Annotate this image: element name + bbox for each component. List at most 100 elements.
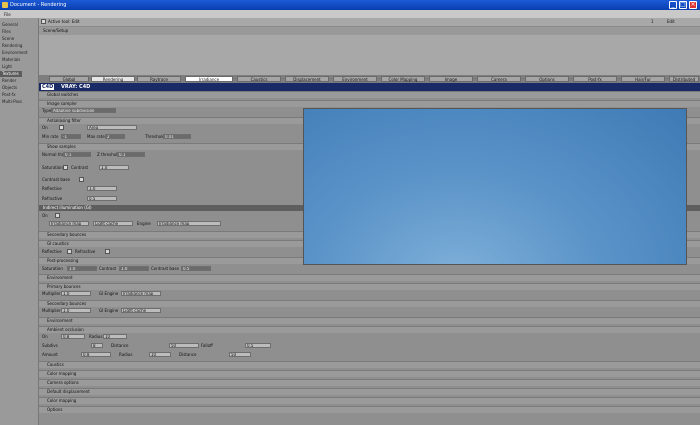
maximize-button[interactable]: □ [679,1,687,9]
antialias-on-checkbox[interactable] [59,125,64,130]
tab[interactable]: Image [429,76,473,82]
distance-field[interactable]: 50 [169,343,199,348]
gi-on-checkbox[interactable] [55,213,60,218]
pp-contrast-field[interactable]: 1.0 [119,266,149,271]
edit-label[interactable]: Edit [667,19,675,24]
active-tool-row: Active tool: Edit 1 Edit [39,18,700,27]
section-image-sampler[interactable]: Image sampler [39,100,700,107]
window-titlebar: Document - Rendering _ □ × [0,0,700,10]
category-item[interactable]: Objects [2,85,17,91]
category-item[interactable]: Environment [2,50,28,56]
pp-contrast-base-label: Contrast base [151,266,179,271]
tab[interactable]: Displacement [285,76,329,82]
section-env2[interactable]: Environment [39,317,700,324]
contrast-label: Contrast [71,165,89,170]
gi-engine2-dropdown[interactable]: Light cache [121,308,161,313]
type-label: Type [42,108,52,113]
tab[interactable]: Caustics [237,76,281,82]
tab-active[interactable]: Rendering [91,76,135,82]
window-title: Document - Rendering [10,2,67,8]
z-threshold-field[interactable]: 0.1 [117,152,145,157]
saturation-checkbox[interactable] [63,165,68,170]
tab[interactable]: Environment [333,76,377,82]
secondary-engine-dropdown[interactable]: Light cache [93,221,133,226]
category-item[interactable]: General [2,22,18,28]
tab[interactable]: Raytrace [137,76,181,82]
tab[interactable]: Options [525,76,569,82]
menu-file[interactable]: File [4,12,11,17]
category-item[interactable]: Materials [2,57,20,63]
gi-engine-dropdown[interactable]: Irradiance map [121,291,161,296]
tab[interactable]: Irradiance [185,76,233,82]
render-preview[interactable] [303,108,687,265]
pp-saturation-field[interactable]: 1.0 [67,266,97,271]
engine-dropdown[interactable]: Irradiance map [157,221,221,226]
section-primary[interactable]: Primary bounces [39,283,700,290]
distance2-field[interactable]: 50 [229,352,251,357]
multiplier-field[interactable]: 1.0 [61,291,91,296]
category-item-selected[interactable]: Textures [0,71,22,77]
primary-engine-dropdown[interactable]: Irradiance map [49,221,89,226]
type-dropdown[interactable]: Adaptive subdivision [51,108,116,113]
section-row-4[interactable]: Color mapping [39,397,700,404]
section-row-0[interactable]: Caustics [39,361,700,368]
tab[interactable]: Hair/Fur [621,76,665,82]
section-secondary[interactable]: Secondary bounces [39,300,700,307]
pp-contrast-label: Contrast [99,266,117,271]
section-ao[interactable]: Ambient occlusion [39,326,700,333]
category-item[interactable]: Post-fx [2,92,16,98]
category-item[interactable]: Files [2,29,11,35]
filter-dropdown[interactable]: Area [87,125,137,130]
radius-field[interactable]: 10 [149,352,171,357]
min-rate-field[interactable]: -1 [61,134,81,139]
threshold-field[interactable]: 0.01 [163,134,191,139]
refractive-label: Refractive [42,196,63,201]
category-item[interactable]: Multi-Pass [2,99,22,105]
section-row-5[interactable]: Options [39,406,700,413]
contrast-base-checkbox[interactable] [79,177,84,182]
close-button[interactable]: × [689,1,697,9]
top-area: Active tool: Edit 1 Edit Scene/Setup [39,18,700,75]
gi-on-label: On [42,213,48,218]
subdivs-field[interactable]: 8 [91,343,103,348]
category-item[interactable]: Render [2,78,16,84]
tab[interactable]: Distributed [669,76,699,82]
category-item[interactable]: Rendering [2,43,22,49]
left-category-panel: General Files Scene Rendering Environmen… [0,18,39,425]
refractive-field[interactable]: 0.5 [87,196,117,201]
multiplier2-field[interactable]: 1.0 [61,308,91,313]
contrast-base-label: Contrast base [42,177,70,182]
tab[interactable]: Camera [477,76,521,82]
refractive-caustics-checkbox[interactable] [105,249,110,254]
normal-threshold-field[interactable]: 0.1 [63,152,91,157]
radius-label: Radius [119,352,133,357]
tab[interactable]: Global [49,76,89,82]
ao-radius-field[interactable]: 10 [103,334,127,339]
category-item[interactable]: Light [2,64,12,70]
category-item[interactable]: Scene [2,36,14,42]
minimize-button[interactable]: _ [669,1,677,9]
tab[interactable]: Color Mapping [381,76,425,82]
reflective-caustics-checkbox[interactable] [67,249,72,254]
scene-setup-row: Scene/Setup [39,27,700,35]
subdivs-label: Subdivs [42,343,58,348]
active-tool-checkbox[interactable] [41,19,46,24]
max-rate-field[interactable]: 2 [105,134,125,139]
reflective-field[interactable]: 1.0 [87,186,117,191]
falloff-label: Falloff [201,343,213,348]
amount-field[interactable]: 0.8 [81,352,111,357]
contrast-field[interactable]: 1.0 [99,165,129,170]
section-row-2[interactable]: Camera options [39,379,700,386]
tab[interactable]: Post-fx [573,76,617,82]
section-global-switches[interactable]: Global switches [39,91,700,98]
engine-label: Engine [137,221,151,226]
section-row-1[interactable]: Color mapping [39,370,700,377]
ao-amount-field[interactable]: 0.8 [61,334,85,339]
section-row-3[interactable]: Default displacement [39,388,700,395]
saturation-label: Saturation [42,165,63,170]
section-environment[interactable]: Environment [39,274,700,281]
pp-contrast-base-field[interactable]: 0.5 [181,266,211,271]
on-label: On [42,125,48,130]
scene-setup-label: Scene/Setup [43,28,69,33]
falloff-field[interactable]: 0.5 [245,343,271,348]
